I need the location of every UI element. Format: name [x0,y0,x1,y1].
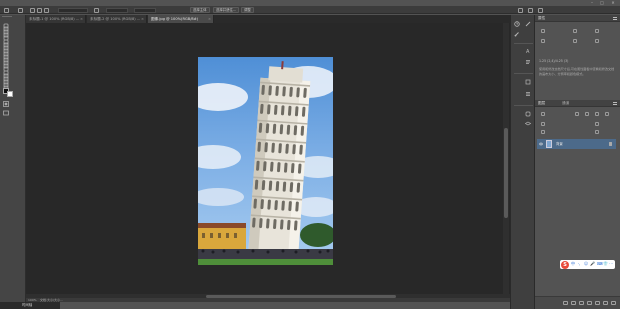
refine-icon[interactable] [94,7,99,13]
ime-punctuation-icon[interactable]: ·, [577,262,581,266]
canvas-area[interactable] [26,23,510,294]
ime-chinese-mode[interactable]: 中 [571,262,575,266]
timeline-label: 时间轴 [22,303,33,307]
share-icon[interactable] [538,7,543,13]
mask-icon[interactable] [579,301,584,305]
tab-label: 未标题-2 @ 100% (RGB/8) ... [90,17,141,21]
adjustment-layer-icon[interactable] [587,301,592,305]
tab-untitled-1[interactable]: 未标题-1 @ 100% (RGB/8) ... × [26,15,86,23]
filter-adjust-icon[interactable] [585,112,589,116]
feather-field[interactable] [58,7,88,13]
layers-footer [535,296,620,309]
select-subject-button[interactable]: 选择主体 [190,7,210,13]
tab-channels[interactable]: 通道 [562,100,569,107]
tool-preset-icon[interactable] [18,7,23,13]
ime-emoji-icon[interactable]: ☺ [584,262,588,266]
libraries-icon[interactable] [525,111,531,117]
add-selection-icon[interactable] [37,7,42,13]
glyphs-icon[interactable] [525,79,531,85]
blend-mode-icon[interactable] [541,122,545,126]
background-color-swatch[interactable] [7,91,13,97]
toolbar-grip[interactable] [2,16,12,18]
flip-icon[interactable] [573,39,577,43]
timeline-tab[interactable]: 时间轴 [0,302,60,309]
resolution-icon[interactable] [595,29,599,33]
status-bar: 100% 文档:大小/大小... [26,298,510,302]
panel-menu-icon[interactable] [613,102,617,105]
sample-field[interactable] [106,7,128,13]
trash-icon[interactable] [611,301,616,305]
layer-thumbnail [546,140,552,148]
ime-keyboard-icon[interactable]: ⌨ [597,262,603,266]
workspace-icon[interactable] [528,7,533,13]
ime-toolbar[interactable]: S 中 ·, ☺ 🎤 ⌨ 👕 ⋯ [560,260,615,269]
adjustments-icon[interactable] [525,21,531,27]
filter-text-icon[interactable] [595,112,599,116]
ime-more-icon[interactable]: ⋯ [609,262,613,266]
filter-pixel-icon[interactable] [575,112,579,116]
character-icon[interactable]: A [525,48,531,54]
tolerance-field[interactable] [134,7,156,13]
history-icon[interactable] [514,21,520,27]
panel-menu-icon[interactable] [613,17,617,20]
filter-type-icon[interactable] [541,112,545,116]
quick-mask-icon[interactable] [3,101,9,107]
link-layers-icon[interactable] [563,301,568,305]
subtract-selection-icon[interactable] [44,7,49,13]
vertical-scrollbar[interactable] [503,23,509,294]
close-tab-icon[interactable]: × [80,15,83,23]
tab-untitled-2[interactable]: 未标题-2 @ 100% (RGB/8) ... × [87,15,147,23]
rotate-icon[interactable] [541,39,545,43]
panel-icon-strip: A [510,15,535,309]
properties-panel-header: 属性 [535,15,620,22]
filter-shape-icon[interactable] [605,112,609,116]
adjust-button[interactable]: 调整 [241,7,254,13]
layer-name[interactable]: 背景 [556,139,563,149]
screen-mode-icon[interactable] [3,110,9,116]
paragraph-icon[interactable] [525,59,531,65]
document-dimensions: 1.25 (2,4)/4.25 (3) [539,59,569,63]
layers-panel: 图层 通道 背景 [535,100,620,309]
ime-skin-icon[interactable]: 👕 [603,262,608,266]
layer-row-background[interactable]: 背景 [537,139,616,149]
tab-label: 未标题-1 @ 100% (RGB/8) ... [29,17,80,21]
mode-icon[interactable] [595,39,599,43]
vertical-scroll-thumb[interactable] [504,128,508,218]
opacity-icon[interactable] [595,122,599,126]
tab-label: 图像.jpg @ 100%(RGB/8#) [151,17,199,21]
brush-settings-icon[interactable] [514,31,520,37]
ime-logo-icon[interactable]: S [561,260,569,269]
options-bar: 选择主体 选择并遮住... 调整 [0,6,620,14]
fill-icon[interactable] [595,130,599,134]
fx-icon[interactable] [571,301,576,305]
canvas-size-icon[interactable] [541,29,545,33]
close-tab-icon[interactable]: × [208,15,211,23]
link-dimensions-icon[interactable] [573,29,577,33]
new-selection-icon[interactable] [30,7,35,13]
leaning-tower-photo [198,57,333,265]
new-layer-icon[interactable] [603,301,608,305]
tab-layers[interactable]: 图层 [538,100,545,107]
visibility-eye-icon[interactable] [538,142,544,146]
home-icon[interactable] [4,7,9,13]
lock-pixels-icon[interactable] [541,130,545,134]
select-and-mask-button[interactable]: 选择并遮住... [213,7,240,13]
layers-panel-icon[interactable] [525,121,531,127]
properties-icon[interactable] [525,91,531,97]
ime-voice-icon[interactable]: 🎤 [590,262,595,266]
properties-hint: 使用和修改文档尺寸后,可在属性面板中查看和修改文档的画布大小、分辨率和颜色模式。 [539,67,615,76]
layers-panel-header: 图层 通道 [535,100,620,107]
close-tab-icon[interactable]: × [141,15,144,23]
tab-image[interactable]: 图像.jpg @ 100%(RGB/8#) × [148,15,214,23]
lock-icon[interactable] [609,142,612,146]
search-icon[interactable] [518,7,523,13]
document-tabs: 未标题-1 @ 100% (RGB/8) ... × 未标题-2 @ 100% … [26,15,510,23]
properties-panel: 属性 1.25 (2,4)/4.25 (3) 使用和修改文档尺寸后,可在属性面板… [535,15,620,99]
properties-panel-title[interactable]: 属性 [538,15,545,22]
svg-text:A: A [526,49,530,54]
tools-panel [0,15,26,309]
group-icon[interactable] [595,301,600,305]
